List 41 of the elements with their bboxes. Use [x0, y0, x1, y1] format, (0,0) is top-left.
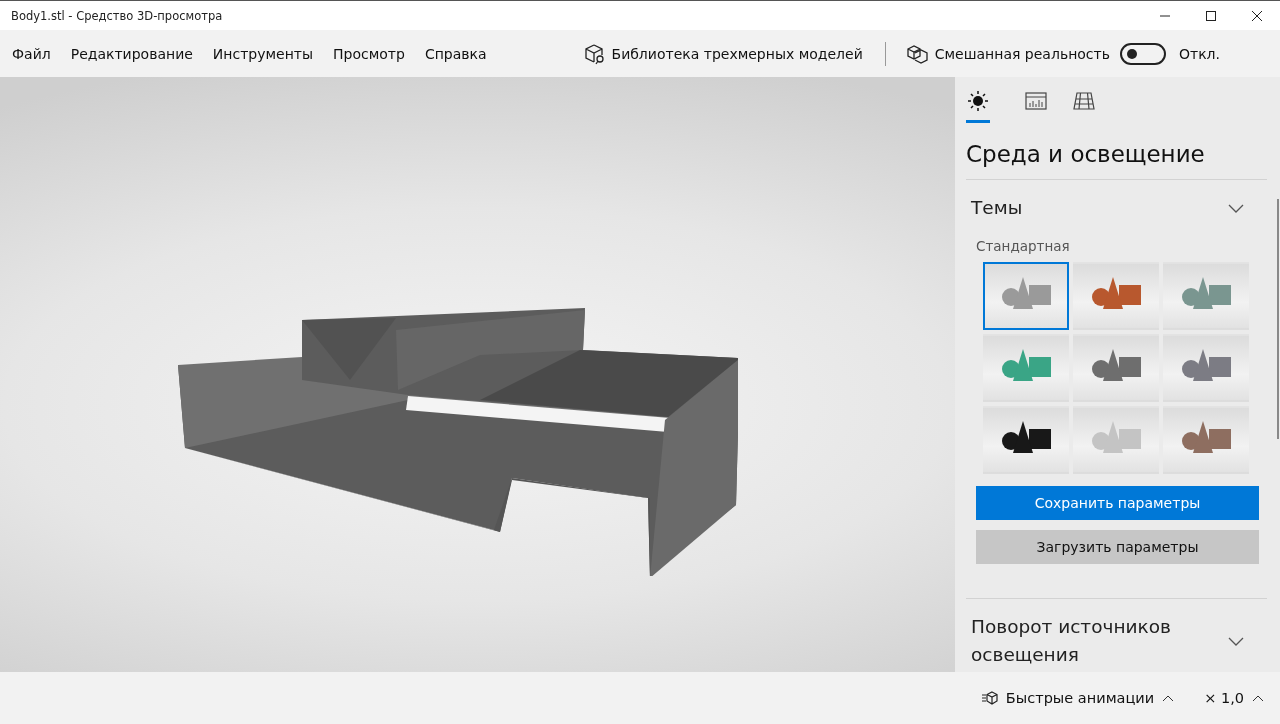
cube-search-icon	[583, 42, 606, 65]
mixed-reality-label: Смешанная реальность	[934, 45, 1110, 62]
caret-up-icon	[1252, 694, 1264, 702]
speed-button[interactable]: × 1,0	[1204, 690, 1244, 706]
caret-up-icon	[1162, 694, 1175, 702]
window-title: Body1.stl - Средство 3D-просмотра	[10, 8, 223, 23]
library-button[interactable]: Библиотека трехмерных моделей	[603, 39, 871, 68]
theme-thumbnail[interactable]	[1073, 334, 1159, 402]
menu-item[interactable]: Инструменты	[204, 39, 322, 68]
cubes-icon	[905, 43, 928, 64]
theme-thumbnail[interactable]	[1073, 262, 1159, 330]
chevron-down-icon	[1228, 636, 1244, 646]
theme-thumbnail[interactable]	[1163, 406, 1249, 474]
grid-icon	[1073, 91, 1095, 110]
mixed-reality-toggle[interactable]	[1119, 42, 1166, 65]
theme-thumbnail[interactable]	[1073, 406, 1159, 474]
save-settings-button[interactable]: Сохранить параметры	[976, 486, 1259, 520]
close-icon	[1252, 10, 1262, 21]
animations-button[interactable]: Быстрые анимации	[1005, 690, 1155, 706]
menu-item[interactable]: Справка	[416, 39, 495, 68]
theme-thumbnail[interactable]	[983, 334, 1069, 402]
menu-item[interactable]: Просмотр	[325, 39, 413, 68]
animation-cube-icon	[981, 691, 998, 705]
theme-thumbnail[interactable]	[983, 406, 1069, 474]
maximize-icon	[1206, 10, 1216, 21]
menu-item[interactable]: Редактирование	[62, 39, 201, 68]
chart-icon	[1025, 91, 1047, 110]
load-settings-button[interactable]: Загрузить параметры	[976, 530, 1259, 564]
theme-group-label: Стандартная	[975, 237, 1071, 256]
theme-thumbnail[interactable]	[983, 262, 1069, 330]
panel-title: Среда и освещение	[966, 125, 1267, 180]
section-header[interactable]: Поворот источников освещения	[966, 599, 1256, 672]
sun-icon	[967, 89, 989, 112]
chevron-down-icon	[1228, 203, 1244, 213]
3d-viewport[interactable]	[0, 77, 955, 672]
menu-item[interactable]: Файл	[4, 39, 59, 68]
theme-thumbnail[interactable]	[1163, 262, 1249, 330]
scrollbar[interactable]	[1277, 199, 1279, 439]
toggle-state-text: Откл.	[1178, 45, 1220, 62]
theme-thumbnail[interactable]	[1163, 334, 1249, 402]
section-header[interactable]: Темы	[966, 180, 1256, 236]
